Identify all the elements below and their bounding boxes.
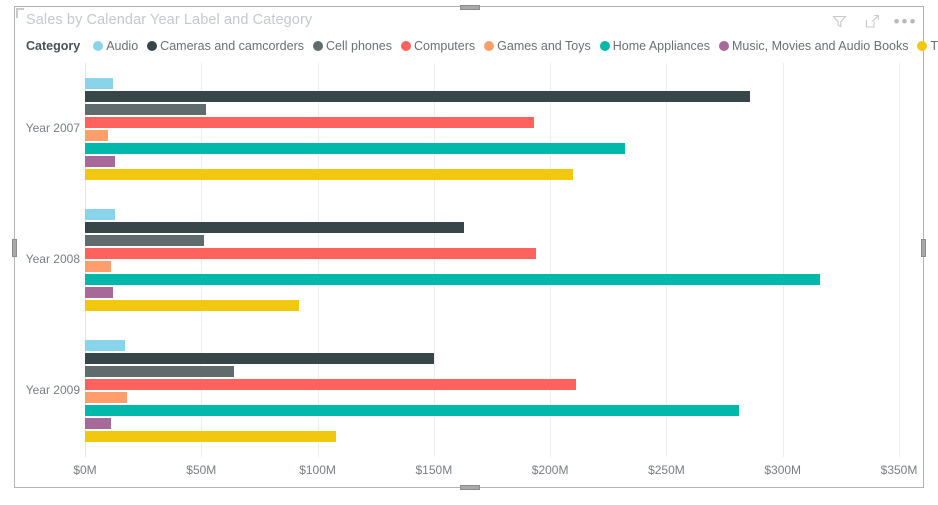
x-axis-tick-label: $50M	[186, 463, 217, 477]
x-axis-tick-label: $300M	[764, 463, 802, 477]
x-axis-tick-label: $150M	[415, 463, 453, 477]
chart-bar[interactable]	[85, 418, 111, 430]
legend-item-label: Home Appliances	[612, 39, 710, 53]
legend-item[interactable]: Audio	[93, 39, 138, 53]
x-gridline	[899, 63, 900, 457]
y-axis-category-label: Year 2008	[25, 252, 80, 266]
chart-bar[interactable]	[85, 168, 574, 180]
chart-bar[interactable]	[85, 431, 337, 443]
chart-bar[interactable]	[85, 142, 625, 154]
chart-bar[interactable]	[85, 366, 234, 378]
x-axis-tick-label: $350M	[880, 463, 918, 477]
x-gridline	[666, 63, 668, 457]
more-options-icon[interactable]: •••	[894, 13, 916, 30]
x-axis-tick-label: $100M	[299, 463, 336, 477]
legend-item[interactable]: Cell phones	[312, 39, 392, 53]
legend-item-label: Games and Toys	[497, 39, 591, 53]
filter-icon[interactable]	[831, 13, 848, 30]
legend-color-swatch-icon	[312, 41, 323, 51]
legend-item[interactable]: Cameras and camcorders	[147, 39, 304, 53]
visual-header-icons: •••	[831, 13, 916, 30]
chart-plot-area[interactable]: $0M $50M $100M $150M $200M $250M $300M $350M Yea…	[14, 63, 924, 488]
visual-title: Sales by Calendar Year Label and Categor…	[26, 12, 313, 28]
chart-bar[interactable]	[85, 90, 751, 102]
legend-color-swatch-icon	[484, 41, 495, 51]
y-axis-category-label: Year 2007	[25, 120, 80, 135]
chart-bar[interactable]	[85, 248, 537, 259]
x-axis-tick-label: $200M	[531, 463, 569, 477]
legend-color-swatch-icon	[147, 41, 158, 51]
chart-bar[interactable]	[85, 261, 111, 272]
legend-color-swatch-icon	[917, 41, 928, 51]
chart-bar[interactable]	[85, 287, 113, 298]
chart-bar[interactable]	[85, 209, 116, 220]
chart-bar[interactable]	[85, 300, 299, 311]
focus-mode-icon[interactable]	[864, 13, 881, 30]
chart-bar[interactable]	[85, 129, 109, 141]
chart-bar[interactable]	[85, 222, 465, 233]
chart-bar[interactable]	[85, 379, 576, 391]
chart-bar[interactable]	[85, 340, 125, 352]
chart-bar[interactable]	[85, 274, 820, 285]
legend-item-label: Music, Movies and Audio Books	[732, 39, 909, 53]
chart-bar[interactable]	[85, 103, 206, 115]
legend-color-swatch-icon	[401, 41, 411, 51]
legend-color-swatch-icon	[599, 41, 610, 51]
x-gridline	[782, 63, 784, 457]
chart-legend: Category Audio Cameras and camcorders Cell…	[26, 39, 938, 53]
power-bi-visual-container[interactable]: Sales by Calendar Year Label and Categor…	[12, 5, 938, 490]
legend-item-label: Computers	[414, 39, 476, 53]
chart-bar[interactable]	[85, 155, 116, 167]
resize-handle-top[interactable]	[460, 5, 480, 10]
legend-item[interactable]: TV and Video	[917, 39, 938, 53]
chart-bar[interactable]	[85, 116, 534, 128]
legend-item-label: Cameras and camcorders	[160, 39, 304, 53]
legend-item-label: Cell phones	[325, 39, 392, 53]
legend-item[interactable]: Home Appliances	[599, 39, 710, 53]
x-axis-tick-label: $250M	[648, 463, 685, 477]
chart-bar[interactable]	[85, 392, 127, 404]
legend-color-swatch-icon	[93, 41, 104, 51]
legend-item[interactable]: Computers	[401, 39, 475, 53]
chart-bar[interactable]	[85, 77, 113, 89]
legend-item-label: TV and Video	[930, 39, 938, 53]
y-axis-category-label: Year 2009	[25, 383, 80, 398]
x-gridline	[550, 63, 552, 457]
legend-item[interactable]: Music, Movies and Audio Books	[719, 39, 908, 53]
chart-bar[interactable]	[85, 405, 739, 417]
legend-color-swatch-icon	[719, 41, 729, 51]
chart-bar[interactable]	[85, 235, 204, 246]
chart-bar[interactable]	[85, 353, 434, 365]
legend-item-label: Audio	[106, 39, 139, 53]
legend-item[interactable]: Games and Toys	[484, 39, 591, 53]
legend-title: Category	[26, 39, 81, 53]
visual-corner-marker	[16, 8, 24, 18]
x-axis-tick-label: $0M	[73, 463, 97, 477]
